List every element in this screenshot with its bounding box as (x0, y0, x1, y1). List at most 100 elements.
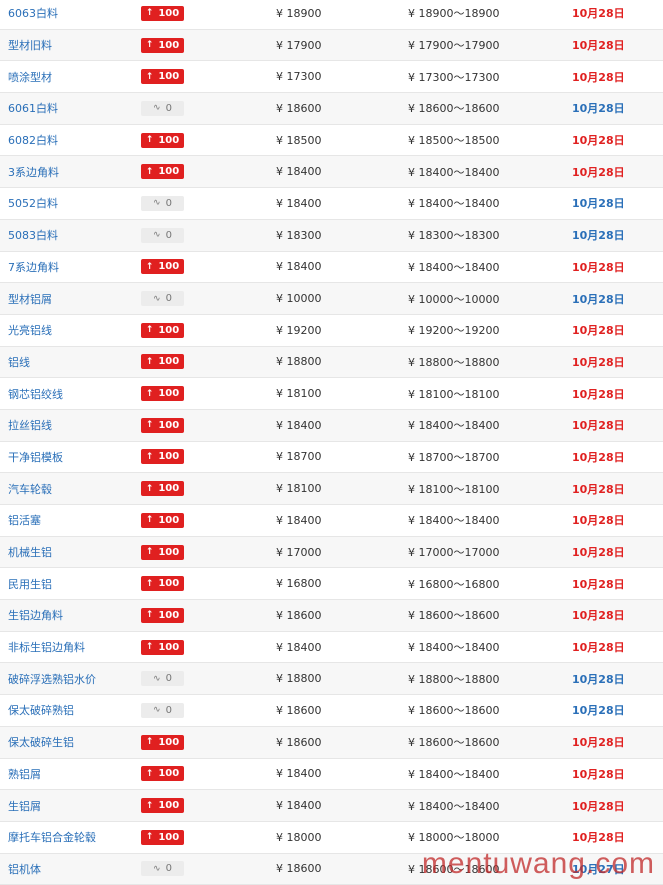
change-value: 100 (158, 71, 180, 83)
arrow-up-icon: ↑ (145, 8, 154, 19)
metal-name-link[interactable]: 6061白料 (8, 93, 138, 124)
price-value: ¥ 19200 (276, 323, 322, 337)
metal-name-link[interactable]: 型材旧料 (8, 30, 138, 61)
metal-name-link[interactable]: 保太破碎熟铝 (8, 695, 138, 726)
arrow-up-icon: ↑ (145, 388, 154, 399)
metal-name-link[interactable]: 5083白料 (8, 220, 138, 251)
update-date: 10月28日 (572, 39, 625, 53)
table-row: 钢芯铝绞线 ↑ 100 ¥ 18100 ¥ 18100～18100 10月28日 (0, 378, 663, 410)
price-value: ¥ 18100 (276, 482, 322, 496)
table-row: 喷涂型材 ↑ 100 ¥ 17300 ¥ 17300～17300 10月28日 (0, 61, 663, 94)
metal-name-link[interactable]: 铝线 (8, 347, 138, 378)
arrow-up-icon: ↑ (145, 547, 154, 558)
price-value: ¥ 18600 (276, 703, 322, 717)
metal-name-link[interactable]: 熟铝屑 (8, 759, 138, 790)
update-date: 10月28日 (572, 736, 625, 750)
arrow-up-icon: ↑ (145, 166, 154, 177)
change-value: 100 (158, 514, 180, 526)
arrow-up-icon: ↑ (145, 483, 154, 494)
watermark: mentuwang.com (421, 847, 655, 880)
price-value: ¥ 18700 (276, 450, 322, 464)
price-value: ¥ 18900 (276, 6, 322, 20)
price-range: ¥ 18400～18400 (408, 260, 500, 274)
metal-name-link[interactable]: 5052白料 (8, 188, 138, 219)
change-value: 100 (158, 578, 180, 590)
metal-name-link[interactable]: 破碎浮选熟铝水价 (8, 663, 138, 694)
arrow-up-icon: ↑ (145, 261, 154, 272)
flat-change-icon: ∿ (153, 293, 161, 304)
metal-name-link[interactable]: 拉丝铝线 (8, 410, 138, 441)
metal-name-link[interactable]: 铝活塞 (8, 505, 138, 536)
table-row: 非标生铝边角料 ↑ 100 ¥ 18400 ¥ 18400～18400 10月28日 (0, 632, 663, 664)
metal-name-link[interactable]: 喷涂型材 (8, 61, 138, 92)
metal-name-link[interactable]: 民用生铝 (8, 568, 138, 599)
price-range: ¥ 18400～18400 (408, 767, 500, 781)
metal-name-link[interactable]: 非标生铝边角料 (8, 632, 138, 663)
change-badge: ∿ 0 (141, 291, 184, 307)
update-date: 10月28日 (572, 577, 625, 591)
metal-name-link[interactable]: 生铝屑 (8, 790, 138, 821)
metal-name-link[interactable]: 6063白料 (8, 0, 138, 29)
change-value: 100 (158, 831, 180, 843)
table-row: 民用生铝 ↑ 100 ¥ 16800 ¥ 16800～16800 10月28日 (0, 568, 663, 601)
change-value: 100 (158, 546, 180, 558)
price-value: ¥ 18600 (276, 862, 322, 876)
change-badge: ↑ 100 (141, 544, 184, 560)
metal-name-link[interactable]: 铝机体 (8, 854, 138, 885)
price-range: ¥ 17000～17000 (408, 546, 500, 560)
update-date: 10月28日 (572, 704, 625, 718)
change-badge: ∿ 0 (141, 671, 184, 687)
change-badge: ↑ 100 (141, 639, 184, 655)
price-value: ¥ 16800 (276, 577, 322, 591)
change-value: 100 (158, 800, 180, 812)
metal-name-link[interactable]: 光亮铝线 (8, 315, 138, 346)
change-badge: ↑ 100 (141, 259, 184, 275)
price-range: ¥ 17300～17300 (408, 70, 500, 84)
price-range: ¥ 19200～19200 (408, 324, 500, 338)
arrow-up-icon: ↑ (145, 578, 154, 589)
change-value: 0 (165, 673, 172, 685)
arrow-up-icon: ↑ (145, 135, 154, 146)
price-table: 6063白料 ↑ 100 ¥ 18900 ¥ 18900～18900 10月28日 型材旧料… (0, 0, 663, 885)
metal-name-link[interactable]: 7系边角料 (8, 252, 138, 283)
table-row: 生铝边角料 ↑ 100 ¥ 18600 ¥ 18600～18600 10月28日 (0, 600, 663, 632)
metal-name-link[interactable]: 机械生铝 (8, 537, 138, 568)
table-row: 6063白料 ↑ 100 ¥ 18900 ¥ 18900～18900 10月28日 (0, 0, 663, 30)
price-range: ¥ 18400～18400 (408, 165, 500, 179)
change-value: 100 (158, 388, 180, 400)
update-date: 10月28日 (572, 546, 625, 560)
table-row: 破碎浮选熟铝水价 ∿ 0 ¥ 18800 ¥ 18800～18800 10月28日 (0, 663, 663, 696)
change-badge: ↑ 100 (141, 5, 184, 21)
price-range: ¥ 18700～18700 (408, 450, 500, 464)
change-badge: ↑ 100 (141, 829, 184, 845)
table-row: 熟铝屑 ↑ 100 ¥ 18400 ¥ 18400～18400 10月28日 (0, 759, 663, 791)
arrow-up-icon: ↑ (145, 40, 154, 51)
update-date: 10月28日 (572, 641, 625, 655)
change-badge: ↑ 100 (141, 481, 184, 497)
metal-name-link[interactable]: 生铝边角料 (8, 600, 138, 631)
change-value: 100 (158, 768, 180, 780)
table-row: 汽车轮毂 ↑ 100 ¥ 18100 ¥ 18100～18100 10月28日 (0, 473, 663, 505)
update-date: 10月28日 (572, 229, 625, 243)
metal-name-link[interactable]: 干净铝模板 (8, 442, 138, 473)
price-value: ¥ 18800 (276, 672, 322, 686)
metal-name-link[interactable]: 保太破碎生铝 (8, 727, 138, 758)
metal-name-link[interactable]: 汽车轮毂 (8, 473, 138, 504)
table-row: 铝线 ↑ 100 ¥ 18800 ¥ 18800～18800 10月28日 (0, 346, 663, 379)
metal-name-link[interactable]: 型材铝屑 (8, 283, 138, 314)
arrow-up-icon: ↑ (145, 832, 154, 843)
change-value: 100 (158, 736, 180, 748)
change-value: 0 (165, 197, 172, 209)
arrow-up-icon: ↑ (145, 737, 154, 748)
metal-name-link[interactable]: 摩托车铝合金轮毂 (8, 822, 138, 853)
metal-name-link[interactable]: 3系边角料 (8, 156, 138, 187)
price-range: ¥ 18100～18100 (408, 387, 500, 401)
change-value: 100 (158, 134, 180, 146)
price-value: ¥ 18800 (276, 355, 322, 369)
metal-name-link[interactable]: 钢芯铝绞线 (8, 378, 138, 409)
price-value: ¥ 18600 (276, 101, 322, 115)
table-row: 铝活塞 ↑ 100 ¥ 18400 ¥ 18400～18400 10月28日 (0, 505, 663, 537)
arrow-up-icon: ↑ (145, 71, 154, 82)
table-row: 6082白料 ↑ 100 ¥ 18500 ¥ 18500～18500 10月28日 (0, 125, 663, 157)
metal-name-link[interactable]: 6082白料 (8, 125, 138, 156)
